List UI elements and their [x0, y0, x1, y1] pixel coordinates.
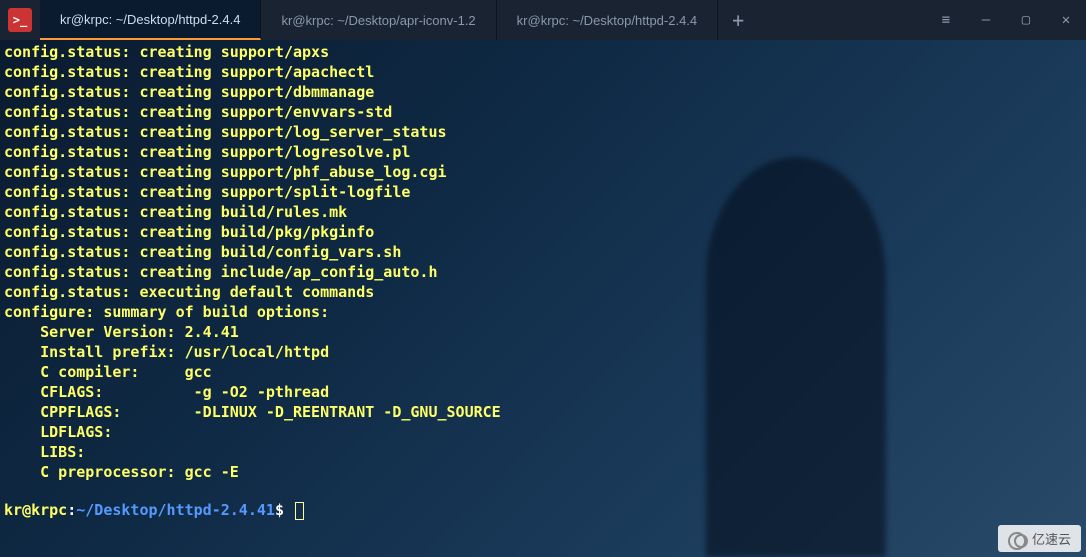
close-button[interactable]: ✕ — [1046, 0, 1086, 40]
output-line: configure: summary of build options: — [4, 302, 1082, 322]
output-line: config.status: creating support/apxs — [4, 42, 1082, 62]
output-line: CFLAGS: -g -O2 -pthread — [4, 382, 1082, 402]
app-icon[interactable]: >_ — [0, 0, 40, 40]
prompt-colon: : — [67, 501, 76, 519]
output-line: Install prefix: /usr/local/httpd — [4, 342, 1082, 362]
output-line: config.status: executing default command… — [4, 282, 1082, 302]
output-line: config.status: creating support/log_serv… — [4, 122, 1082, 142]
output-line: config.status: creating support/dbmmanag… — [4, 82, 1082, 102]
tab-bar: kr@krpc: ~/Desktop/httpd-2.4.4 kr@krpc: … — [40, 0, 926, 40]
output-line: C compiler: gcc — [4, 362, 1082, 382]
watermark-text: 亿速云 — [1032, 529, 1071, 548]
tab-label: kr@krpc: ~/Desktop/apr-iconv-1.2 — [281, 13, 475, 28]
output-line: C preprocessor: gcc -E — [4, 462, 1082, 482]
output-line: config.status: creating build/pkg/pkginf… — [4, 222, 1082, 242]
maximize-icon: ▢ — [1022, 12, 1030, 28]
prompt-host: krpc — [31, 501, 67, 519]
menu-button[interactable]: ≡ — [926, 0, 966, 40]
prompt-path: ~/Desktop/httpd-2.4.41 — [76, 501, 275, 519]
tab-add-button[interactable]: + — [718, 0, 758, 40]
output-line: config.status: creating support/envvars-… — [4, 102, 1082, 122]
maximize-button[interactable]: ▢ — [1006, 0, 1046, 40]
cursor — [295, 502, 304, 520]
prompt-dollar: $ — [275, 501, 293, 519]
output-line: LDFLAGS: — [4, 422, 1082, 442]
output-line: config.status: creating include/ap_confi… — [4, 262, 1082, 282]
output-line: config.status: creating support/apachect… — [4, 62, 1082, 82]
watermark-icon — [1008, 532, 1028, 546]
output-line: config.status: creating support/split-lo… — [4, 182, 1082, 202]
tab-1[interactable]: kr@krpc: ~/Desktop/apr-iconv-1.2 — [261, 0, 496, 40]
output-line: config.status: creating build/rules.mk — [4, 202, 1082, 222]
terminal-content[interactable]: config.status: creating support/apxs con… — [0, 40, 1086, 522]
prompt-at: @ — [22, 501, 31, 519]
window-controls: ≡ — ▢ ✕ — [926, 0, 1086, 40]
prompt-user: kr — [4, 501, 22, 519]
output-line: LIBS: — [4, 442, 1082, 462]
tab-label: kr@krpc: ~/Desktop/httpd-2.4.4 — [60, 12, 240, 27]
minimize-icon: — — [982, 12, 990, 28]
output-line: config.status: creating support/phf_abus… — [4, 162, 1082, 182]
output-line: config.status: creating support/logresol… — [4, 142, 1082, 162]
output-line: config.status: creating build/config_var… — [4, 242, 1082, 262]
prompt-line[interactable]: kr@krpc:~/Desktop/httpd-2.4.41$ — [4, 500, 1082, 520]
tab-2[interactable]: kr@krpc: ~/Desktop/httpd-2.4.4 — [497, 0, 718, 40]
minimize-button[interactable]: — — [966, 0, 1006, 40]
tab-0[interactable]: kr@krpc: ~/Desktop/httpd-2.4.4 — [40, 0, 261, 40]
tab-label: kr@krpc: ~/Desktop/httpd-2.4.4 — [517, 13, 697, 28]
output-line: CPPFLAGS: -DLINUX -D_REENTRANT -D_GNU_SO… — [4, 402, 1082, 422]
plus-icon: + — [732, 8, 744, 32]
menu-icon: ≡ — [942, 12, 950, 28]
titlebar: >_ kr@krpc: ~/Desktop/httpd-2.4.4 kr@krp… — [0, 0, 1086, 40]
close-icon: ✕ — [1062, 12, 1070, 28]
terminal-icon: >_ — [8, 8, 32, 32]
watermark: 亿速云 — [998, 525, 1081, 552]
output-line: Server Version: 2.4.41 — [4, 322, 1082, 342]
